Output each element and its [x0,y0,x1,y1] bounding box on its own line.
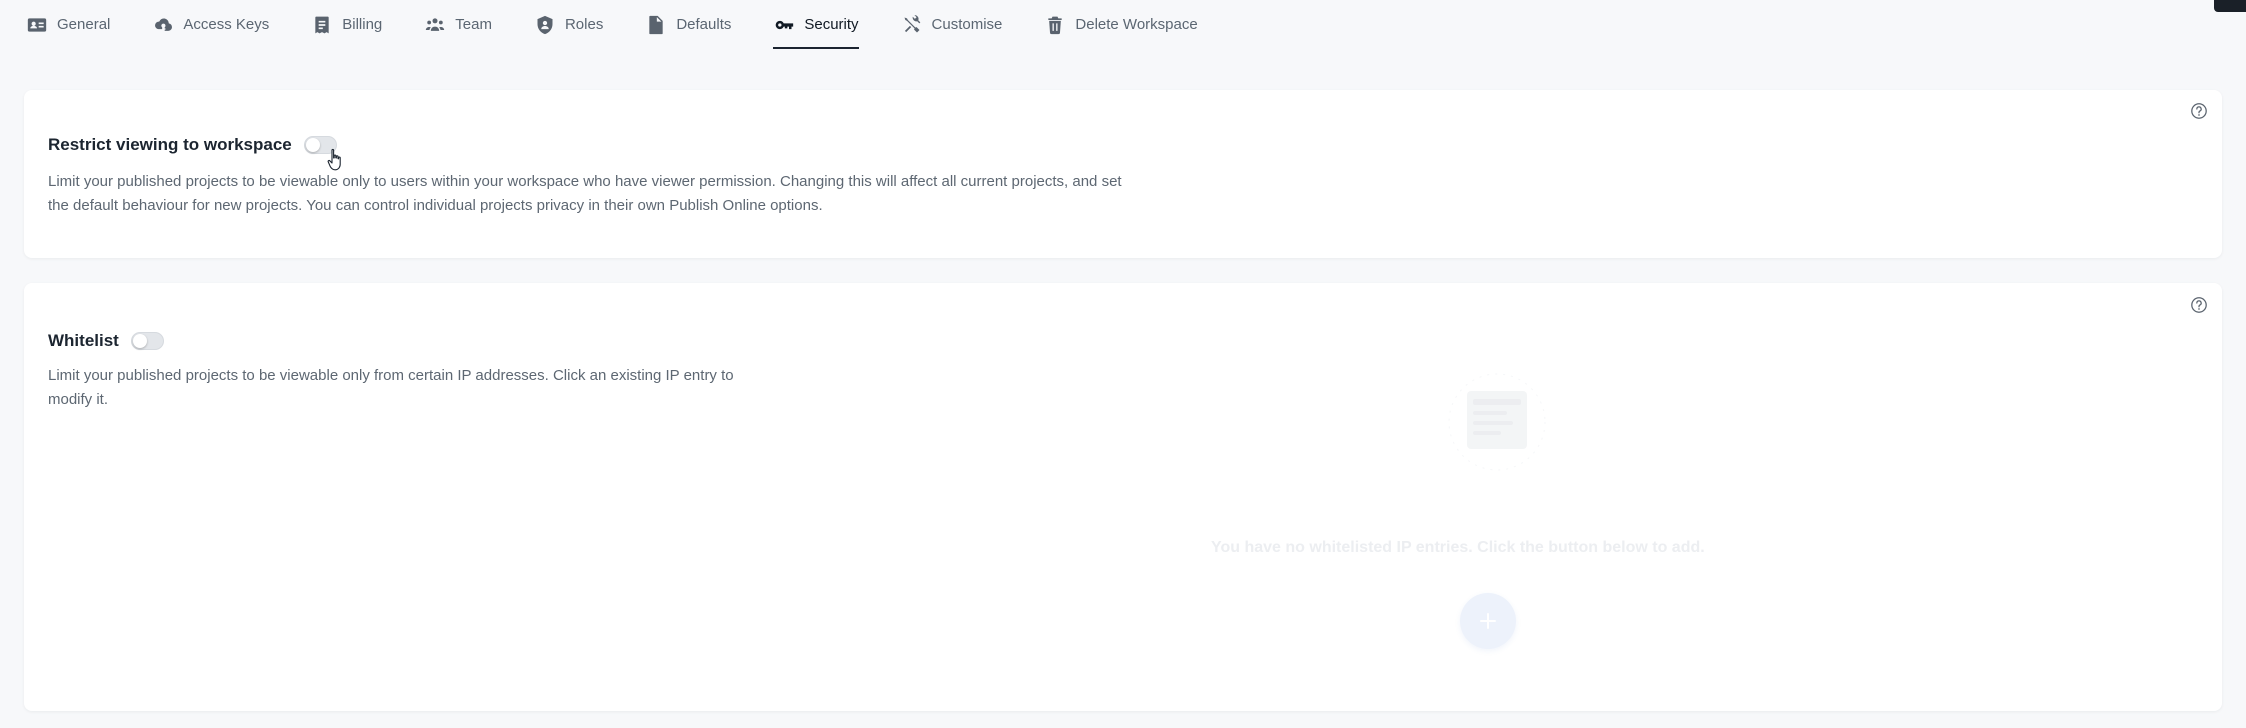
tab-label: Access Keys [183,15,270,33]
tab-label: Customise [931,15,1003,33]
tab-label: Roles [564,15,604,33]
help-icon[interactable] [2190,296,2208,314]
restrict-title: Restrict viewing to workspace [48,135,292,154]
settings-tab-bar: General Access Keys Billing Team Roles D… [0,0,2246,50]
whitelist-toggle[interactable] [130,332,164,350]
tab-general[interactable]: General [26,0,152,50]
tab-customise[interactable]: Customise [901,0,1045,50]
tab-label: Team [455,15,492,33]
add-ip-entry-button[interactable] [1460,593,1516,649]
whitelist-title: Whitelist [48,331,119,350]
restrict-title-row: Restrict viewing to workspace [48,135,337,155]
cloud-key-icon [152,14,174,36]
whitelist-card: Whitelist Limit your published projects … [24,283,2222,711]
tab-roles[interactable]: Roles [534,0,645,50]
tab-team[interactable]: Team [424,0,534,50]
whitelist-empty-message: You have no whitelisted IP entries. Clic… [1211,539,1705,556]
file-icon [645,14,667,36]
window-corner-control[interactable] [2214,0,2246,12]
tab-security[interactable]: Security [773,0,900,50]
key-icon [773,14,795,36]
tools-icon [901,14,923,36]
tab-label: Delete Workspace [1075,15,1198,33]
toggle-knob [132,334,147,348]
tab-defaults[interactable]: Defaults [645,0,773,50]
help-icon[interactable] [2190,102,2208,120]
whitelist-title-row: Whitelist [48,331,164,351]
empty-list-illustration [1448,373,1546,471]
tab-label: General [57,15,111,33]
plus-icon [1480,613,1496,629]
trash-icon [1044,14,1066,36]
tab-label: Defaults [676,15,732,33]
id-card-icon [26,14,48,36]
whitelist-description: Limit your published projects to be view… [48,367,734,408]
restrict-description: Limit your published projects to be view… [48,173,1122,214]
receipt-icon [311,14,333,36]
tab-delete-workspace[interactable]: Delete Workspace [1044,0,1239,50]
user-shield-icon [534,14,556,36]
tab-label: Billing [342,15,383,33]
users-icon [424,14,446,36]
tab-billing[interactable]: Billing [311,0,424,50]
toggle-knob [305,138,320,152]
restrict-viewing-card: Restrict viewing to workspace Limit your… [24,90,2222,258]
tab-label: Security [804,15,859,33]
tab-access-keys[interactable]: Access Keys [152,0,311,50]
hand-pointer-icon [327,148,341,171]
